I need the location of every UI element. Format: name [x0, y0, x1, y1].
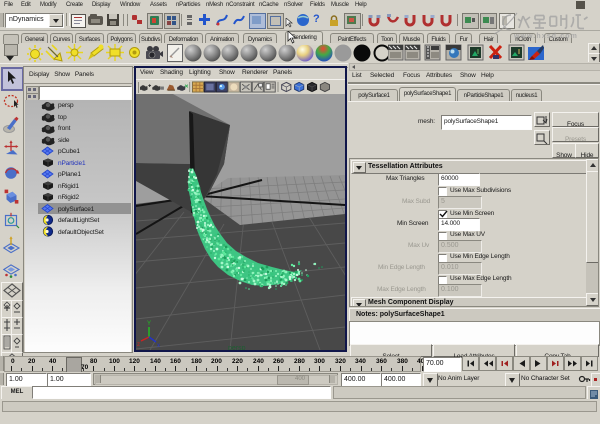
svg-text:z: z [137, 342, 140, 348]
svg-text:www.hxsd.com: www.hxsd.com [513, 33, 578, 40]
svg-text:Y: Y [147, 321, 151, 327]
svg-text:persp: persp [228, 345, 246, 350]
svg-text:x: x [157, 343, 160, 349]
